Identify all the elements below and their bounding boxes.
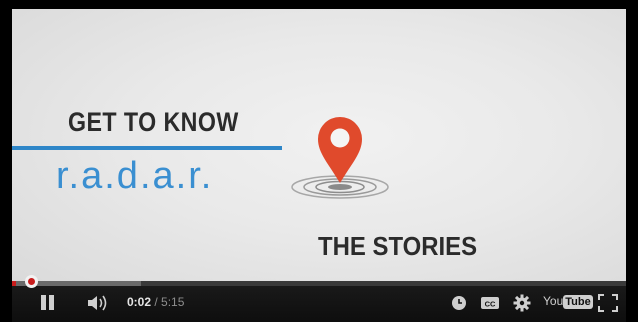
settings-button[interactable] <box>512 293 532 313</box>
progress-played <box>12 281 16 286</box>
current-time: 0:02 <box>127 295 152 309</box>
watch-later-icon <box>452 296 466 310</box>
headline-underline <box>12 146 282 150</box>
video-player: GET TO KNOW r.a.d.a.r. THE STORIES 0:02 … <box>0 0 638 322</box>
captions-button[interactable]: CC <box>480 293 500 313</box>
svg-text:CC: CC <box>485 300 496 309</box>
video-tagline: THE STORIES <box>318 231 478 261</box>
pause-icon <box>49 295 54 310</box>
time-display: 0:02 / 5:15 <box>127 295 184 309</box>
captions-icon: CC <box>481 297 499 309</box>
pause-icon <box>41 295 46 310</box>
youtube-logo-button[interactable]: You Tube <box>543 294 593 314</box>
watch-later-button[interactable] <box>450 293 468 313</box>
pause-button[interactable] <box>38 293 58 313</box>
brand-logo-text: r.a.d.a.r. <box>56 155 214 197</box>
progress-scrubber-handle[interactable] <box>25 275 38 288</box>
player-controls: 0:02 / 5:15 CC You Tube <box>12 275 626 322</box>
volume-button[interactable] <box>86 293 112 313</box>
duration: 5:15 <box>161 295 185 309</box>
progress-bar[interactable] <box>12 281 626 286</box>
fullscreen-icon <box>598 294 618 312</box>
volume-icon <box>88 295 107 311</box>
time-separator: / <box>151 295 162 309</box>
fullscreen-button[interactable] <box>597 293 619 313</box>
youtube-logo-you: You <box>543 294 564 308</box>
video-headline: GET TO KNOW <box>68 107 239 137</box>
video-frame[interactable]: GET TO KNOW r.a.d.a.r. THE STORIES <box>12 9 626 292</box>
youtube-logo-tube: Tube <box>563 295 593 309</box>
gear-icon <box>513 294 531 312</box>
location-pin-icon <box>282 101 392 201</box>
